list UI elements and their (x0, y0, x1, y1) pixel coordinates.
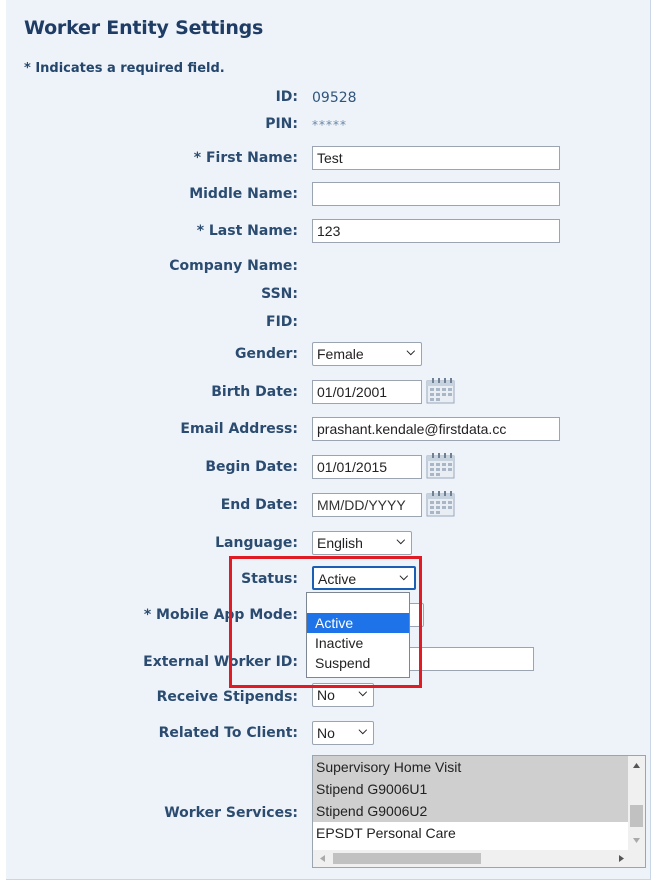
scroll-right-icon (619, 855, 624, 862)
highlight-box (229, 556, 422, 688)
list-item[interactable]: Supervisory Home Visit (313, 756, 645, 778)
worker-services-listbox[interactable]: Supervisory Home Visit Stipend G9006U1 S… (312, 755, 646, 868)
middle-name-field[interactable] (312, 182, 560, 206)
last-name-label: * Last Name: (196, 223, 298, 239)
email-field[interactable]: prashant.kendale@firstdata.cc (312, 417, 560, 441)
language-select[interactable]: English ⌵ (312, 531, 412, 555)
ssn-label: SSN: (261, 286, 298, 302)
calendar-icon[interactable] (426, 491, 456, 517)
receive-stipends-label: Receive Stipends: (156, 689, 298, 705)
birth-date-field[interactable]: 01/01/2001 (312, 380, 422, 404)
related-to-client-label: Related To Client: (158, 725, 298, 741)
gender-label: Gender: (235, 346, 298, 362)
gender-value: Female (317, 346, 364, 362)
company-name-label: Company Name: (169, 258, 298, 274)
pin-value: ***** (312, 118, 347, 132)
chevron-down-icon: ⌵ (358, 687, 367, 699)
language-value: English (317, 535, 363, 551)
calendar-icon[interactable] (426, 378, 456, 404)
begin-date-field[interactable]: 01/01/2015 (312, 455, 422, 479)
required-note: * Indicates a required field. (24, 61, 225, 76)
first-name-label: * First Name: (193, 150, 298, 166)
fid-label: FID: (266, 314, 298, 330)
worker-settings-panel: Worker Entity Settings * Indicates a req… (6, 0, 651, 880)
scroll-down-icon (633, 838, 640, 843)
language-label: Language: (215, 535, 298, 551)
list-item[interactable]: Stipend G9006U2 (313, 800, 645, 822)
end-date-field[interactable]: MM/DD/YYYY (312, 493, 422, 517)
scroll-up-icon (633, 763, 640, 768)
id-value: 09528 (312, 90, 357, 106)
pin-label: PIN: (265, 116, 298, 132)
horizontal-scrollbar[interactable] (313, 850, 629, 867)
related-to-client-value: No (317, 725, 335, 741)
id-label: ID: (275, 89, 298, 105)
scroll-left-icon (320, 855, 325, 862)
scrollbar-arrows (630, 763, 643, 843)
list-item[interactable]: Stipend G9006U1 (313, 778, 645, 800)
email-label: Email Address: (180, 421, 298, 437)
calendar-icon[interactable] (426, 453, 456, 479)
last-name-field[interactable]: 123 (312, 219, 560, 243)
hscroll-thumb (333, 853, 481, 864)
birth-date-label: Birth Date: (211, 384, 298, 400)
scroll-thumb (630, 805, 643, 827)
related-to-client-select[interactable]: No ⌵ (312, 721, 374, 745)
chevron-down-icon: ⌵ (358, 725, 367, 737)
scroll-corner (628, 850, 645, 867)
vertical-scrollbar[interactable] (628, 756, 645, 850)
begin-date-label: Begin Date: (205, 459, 298, 475)
list-item[interactable]: EPSDT Personal Care (313, 822, 645, 844)
page-title: Worker Entity Settings (24, 17, 264, 39)
end-date-label: End Date: (220, 497, 298, 513)
receive-stipends-value: No (317, 687, 335, 703)
worker-services-label: Worker Services: (164, 805, 298, 821)
first-name-field[interactable]: Test (312, 146, 560, 170)
chevron-down-icon: ⌵ (406, 346, 415, 358)
middle-name-label: Middle Name: (189, 186, 298, 202)
chevron-down-icon: ⌵ (396, 535, 405, 547)
gender-select[interactable]: Female ⌵ (312, 342, 422, 366)
hscrollbar-arrows (320, 853, 624, 864)
